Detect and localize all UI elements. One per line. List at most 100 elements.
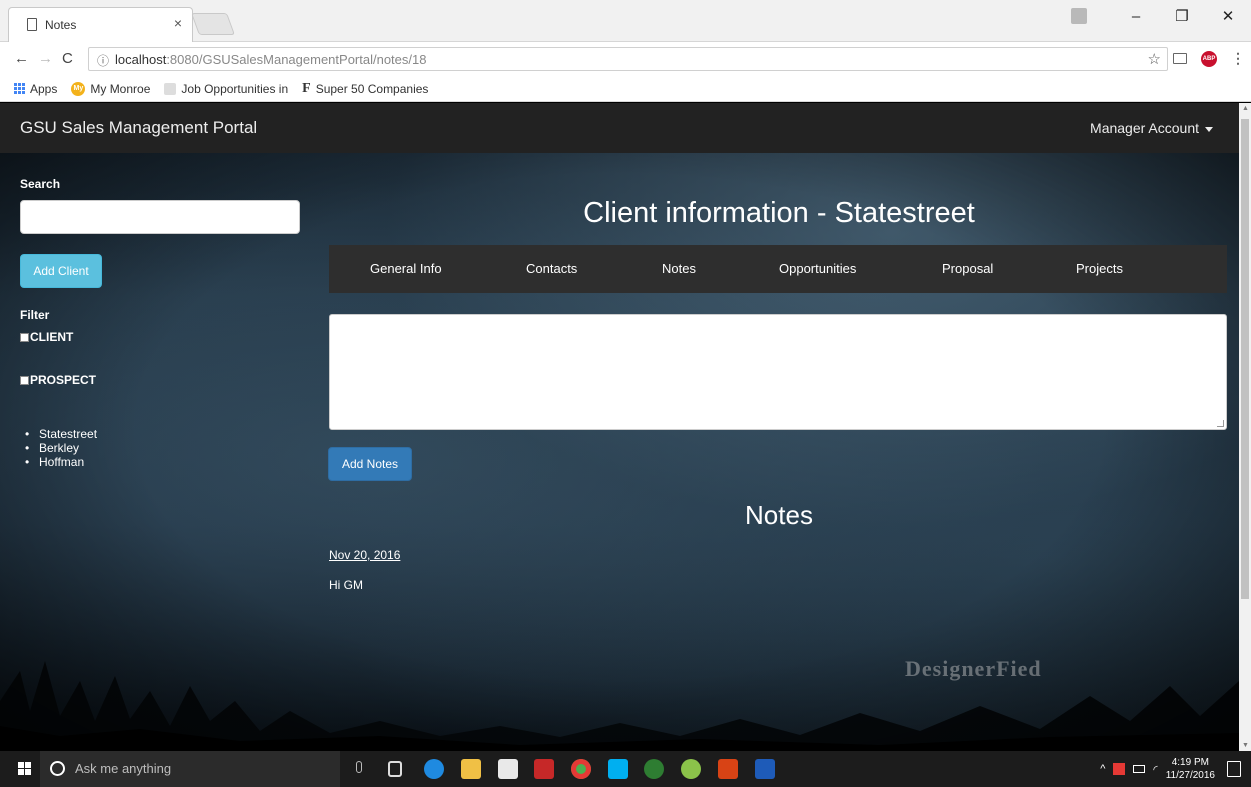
reload-icon[interactable]: C <box>62 50 73 67</box>
window-controls: – ❐ ✕ <box>1071 0 1251 32</box>
info-icon[interactable]: ⓘ <box>97 52 109 69</box>
bookmark-my-monroe[interactable]: My My Monroe <box>71 81 151 96</box>
client-item-statestreet[interactable]: Statestreet <box>20 427 302 441</box>
page-title: Client information - Statestreet <box>583 197 975 229</box>
profile-icon[interactable] <box>1071 8 1087 24</box>
client-item-hoffman[interactable]: Hoffman <box>20 455 302 469</box>
watermark: DesignerFied <box>905 656 1042 681</box>
system-tray: ^ ◜ 4:19 PM 11/27/2016 <box>1100 751 1215 787</box>
bookmark-label: Super 50 Companies <box>315 81 429 96</box>
bookmark-job-opportunities[interactable]: Job Opportunities in <box>164 82 288 96</box>
tab-close-icon[interactable]: × <box>174 15 182 31</box>
screen: Notes × – ❐ ✕ ← → C ⓘ localhost:8080/GSU… <box>0 0 1251 787</box>
clock-date: 11/27/2016 <box>1165 770 1215 781</box>
tray-chevron-icon[interactable]: ^ <box>1100 763 1105 775</box>
resize-grip-icon[interactable] <box>1217 420 1224 427</box>
leaf-app-icon[interactable] <box>681 759 701 779</box>
tab-contacts[interactable]: Contacts <box>526 261 577 276</box>
back-icon[interactable]: ← <box>14 50 29 67</box>
browser-titlebar: Notes × – ❐ ✕ <box>0 0 1251 43</box>
new-tab-button[interactable] <box>190 13 236 35</box>
client-list: Statestreet Berkley Hoffman <box>20 427 302 469</box>
windows-taskbar: Ask me anything ^ ◜ 4:19 PM 11/27/2016 <box>0 751 1251 787</box>
url-text: localhost:8080/GSUSalesManagementPortal/… <box>115 52 426 67</box>
chrome-icon[interactable] <box>571 759 591 779</box>
job-icon <box>164 82 177 95</box>
url-path: :8080/GSUSalesManagementPortal/notes/18 <box>166 52 427 67</box>
page-scrollbar[interactable]: ▲ ▼ <box>1239 103 1251 751</box>
brand-link[interactable]: GSU Sales Management Portal <box>20 118 257 138</box>
edge-icon[interactable] <box>424 759 444 779</box>
client-checkbox[interactable] <box>20 332 29 342</box>
browser-tab[interactable]: Notes × <box>8 7 193 43</box>
my-monroe-icon: My <box>71 81 86 96</box>
sidebar: Search Add Client Filter CLIENT PROSPECT… <box>20 177 302 469</box>
scroll-up-icon[interactable]: ▲ <box>1242 105 1249 112</box>
wifi-icon[interactable]: ◜ <box>1153 763 1157 776</box>
note-date-link[interactable]: Nov 20, 2016 <box>329 548 400 562</box>
cortana-search[interactable]: Ask me anything <box>40 751 362 787</box>
filter-client[interactable]: CLIENT <box>20 330 302 344</box>
minimize-icon[interactable]: – <box>1113 8 1159 25</box>
address-bar[interactable]: ⓘ localhost:8080/GSUSalesManagementPorta… <box>88 47 1168 71</box>
word-icon[interactable] <box>755 759 775 779</box>
forward-icon[interactable]: → <box>38 50 53 67</box>
file-explorer-icon[interactable] <box>461 759 481 779</box>
scroll-thumb[interactable] <box>1241 119 1249 599</box>
tray-app-icon[interactable] <box>1113 763 1126 775</box>
tab-opportunities[interactable]: Opportunities <box>779 261 856 276</box>
prospect-checkbox[interactable] <box>20 375 29 385</box>
action-center-icon[interactable] <box>1227 761 1241 777</box>
tab-projects[interactable]: Projects <box>1076 261 1123 276</box>
notes-heading: Notes <box>745 500 813 530</box>
bookmark-label: Job Opportunities in <box>181 81 289 96</box>
filter-label-prospect: PROSPECT <box>30 373 97 387</box>
scroll-down-icon[interactable]: ▼ <box>1242 742 1249 749</box>
tray-clock[interactable]: 4:19 PM 11/27/2016 <box>1166 756 1215 782</box>
tab-title: Notes <box>45 18 77 32</box>
windows-start-icon[interactable] <box>18 762 31 775</box>
hs-app-icon[interactable] <box>644 759 664 779</box>
omnibar: ← → C ⓘ localhost:8080/GSUSalesManagemen… <box>0 42 1251 76</box>
chrome-menu-icon[interactable]: ⋮ <box>1231 50 1245 67</box>
search-label: Search <box>20 177 61 191</box>
tab-notes[interactable]: Notes <box>662 261 696 276</box>
cast-icon[interactable] <box>1173 53 1187 64</box>
microphone-icon[interactable] <box>356 761 362 773</box>
tab-proposal[interactable]: Proposal <box>942 261 993 276</box>
clock-time: 4:19 PM <box>1171 757 1209 768</box>
bookmark-star-icon[interactable]: ☆ <box>1148 50 1161 68</box>
app-icon-red[interactable] <box>534 759 554 779</box>
apps-icon <box>14 83 25 94</box>
caret-down-icon <box>1205 126 1213 132</box>
client-tabs: General Info Contacts Notes Opportunitie… <box>329 245 1227 293</box>
page-icon <box>27 18 37 31</box>
restore-icon[interactable]: ❐ <box>1159 7 1205 25</box>
bookmarks-bar: Apps My My Monroe Job Opportunities in F… <box>0 76 1251 102</box>
skype-icon[interactable] <box>608 759 628 779</box>
account-dropdown[interactable]: Manager Account <box>1090 120 1213 136</box>
search-input[interactable] <box>20 200 300 234</box>
add-notes-button[interactable]: Add Notes <box>328 447 412 481</box>
bookmark-label: Apps <box>30 81 58 96</box>
filter-prospect[interactable]: PROSPECT <box>20 373 302 387</box>
notes-textarea[interactable] <box>329 314 1227 430</box>
forbes-icon: F <box>302 80 311 96</box>
store-icon[interactable] <box>498 759 518 779</box>
task-view-icon[interactable] <box>388 761 402 777</box>
adblock-icon[interactable]: ABP <box>1201 50 1217 67</box>
add-client-button[interactable]: Add Client <box>20 254 102 288</box>
bookmark-label: My Monroe <box>90 81 151 96</box>
account-label: Manager Account <box>1090 120 1199 136</box>
client-item-berkley[interactable]: Berkley <box>20 441 302 455</box>
bookmark-super-50[interactable]: F Super 50 Companies <box>302 81 428 97</box>
close-window-icon[interactable]: ✕ <box>1205 7 1251 25</box>
filter-label-client: CLIENT <box>30 330 74 344</box>
tab-general-info[interactable]: General Info <box>370 261 442 276</box>
cortana-placeholder: Ask me anything <box>75 761 172 776</box>
battery-icon[interactable] <box>1133 765 1146 773</box>
top-navbar: GSU Sales Management Portal Manager Acco… <box>0 103 1239 153</box>
extensions: ABP ⋮ <box>1173 50 1245 67</box>
powerpoint-icon[interactable] <box>718 759 738 779</box>
bookmark-apps[interactable]: Apps <box>14 82 57 96</box>
